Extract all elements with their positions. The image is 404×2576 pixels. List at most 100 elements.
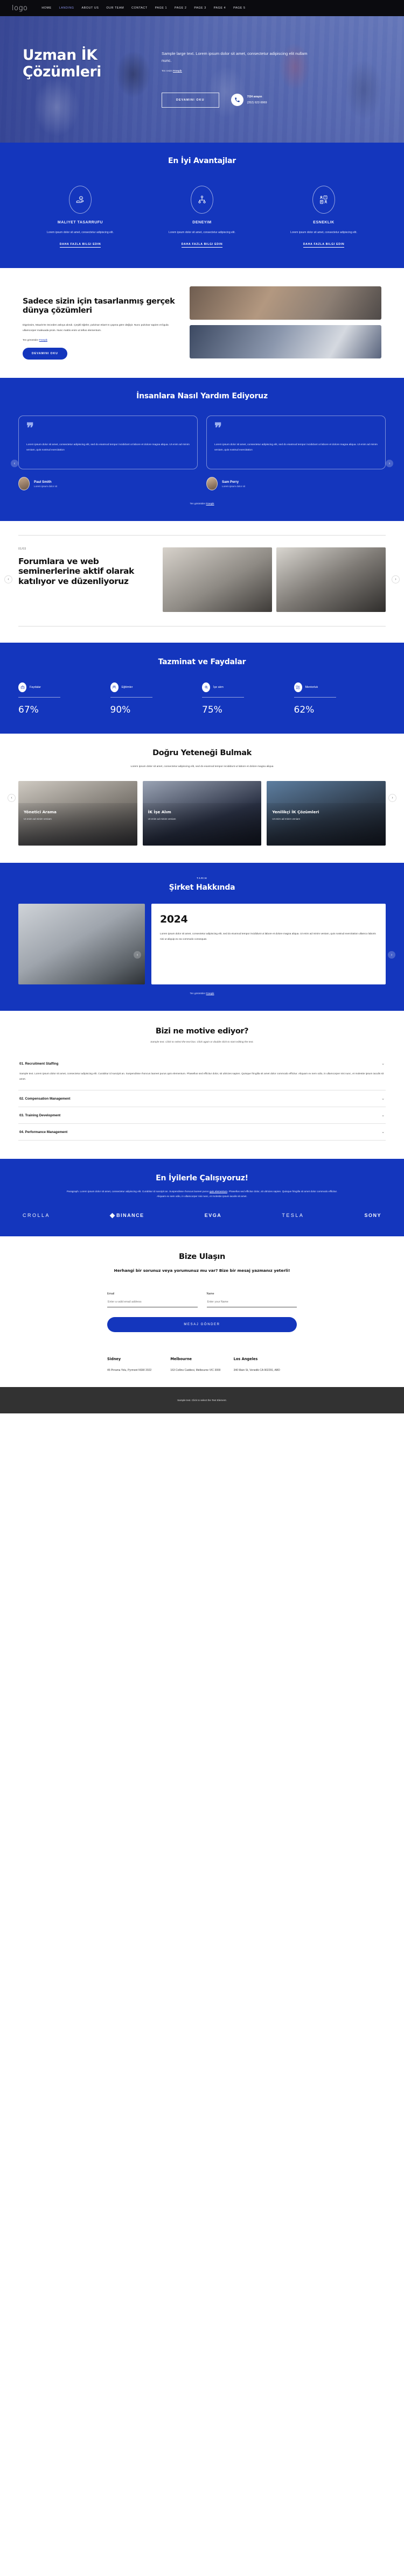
chevron-down-icon[interactable]: ⌄ [381,1096,385,1101]
forum-slide-counter: 01/03 [18,547,26,551]
contact-subtitle: Herhangi bir sorunuz veya yorumunuz mu v… [114,1268,290,1273]
talent-cards: Yönetici Arama Ut enim ad minim veniam İ… [0,781,404,846]
partner-logo-binance-label: BINANCE [116,1213,144,1219]
partner-logo-binance: BINANCE [109,1213,144,1219]
motivation-accordion-section: Bizi ne motive ediyor? Sample text. Clic… [0,1011,404,1159]
binance-diamond-icon [109,1213,115,1219]
phone-label: 7/24 arayın [247,95,262,99]
accordion-list: 01. Recruitment Staffing ⌄ Sample text. … [18,1055,386,1141]
svg-text:?: ? [325,196,326,199]
chevron-right-icon[interactable]: › [388,951,395,959]
chevron-right-icon[interactable]: › [392,575,400,584]
stat-value: 67% [18,705,39,716]
talent-card-subtitle: Ut enim ad minim veniam [24,817,52,820]
advantage-learn-more-link[interactable]: DAHA FAZLA BILGI EDIN [59,243,101,248]
partners-subtitle-link[interactable]: quis elementum [210,1190,227,1193]
name-field-group: Name [206,1292,297,1307]
testimonials-credit-prefix: Ten görüntüler [190,502,206,505]
search-person-icon [202,682,210,692]
chevron-down-icon[interactable]: ⌄ [381,1113,385,1117]
mentor-icon [294,682,302,692]
chevron-left-icon[interactable]: ‹ [134,951,141,959]
talent-card[interactable]: İK İşe Alım Ut enim ad minim veniam [142,781,262,846]
nav-item-page-1[interactable]: PAGE 1 [155,6,167,10]
solutions-credit-prefix: Ten görüntüler [23,339,39,342]
advantage-learn-more-link[interactable]: DAHA FAZLA BILGI EDIN [303,243,345,248]
author-role: Lorem ipsum dolor sit [222,485,246,488]
nav-item-our-team[interactable]: OUR TEAM [106,6,124,10]
office-city: Los Angeles [233,1356,258,1361]
talent-card[interactable]: Yenilikçi İK Çözümleri Ut enim ad minim … [267,781,386,846]
about-image-credit: Ten görüntüler Freepik [0,992,404,995]
accordion-header[interactable]: 02. Compensation Management ⌄ [18,1090,386,1107]
contact-title: Bize Ulaşın [179,1252,225,1262]
name-input[interactable] [206,1296,297,1307]
partner-logos: CROLLA BINANCE EVGA TESLA SONY [18,1213,386,1218]
nav-item-landing[interactable]: LANDING [59,6,74,10]
accordion-header[interactable]: 01. Recruitment Staffing ⌄ [18,1055,386,1072]
accordion-item-title: 04. Performance Management [19,1130,68,1134]
office-address: 163 Collins Caddesi, Melbourne VIC 3000 [170,1368,221,1372]
hand-coin-icon: $ [69,186,92,214]
stat-label: Eğitimler [121,685,133,689]
testimonials-image-credit: Ten görüntüler Freepik [0,502,404,505]
testimonials-heading: İnsanlara Nasıl Yardım Ediyoruz [136,392,268,401]
hero-phone-block[interactable]: 7/24 arayın (352) 622-9969 [231,94,267,107]
advantage-learn-more-link[interactable]: DAHA FAZLA BILGI EDIN [181,243,223,248]
about-credit-link[interactable]: Freepik [206,992,214,995]
chevron-down-icon[interactable]: ⌄ [381,1061,385,1066]
stat-divider [294,696,336,698]
nav-item-page-2[interactable]: PAGE 2 [175,6,186,10]
nav-item-about-us[interactable]: ABOUT US [82,6,99,10]
stat-divider [202,696,244,698]
partner-logo-tesla: TESLA [282,1213,304,1219]
about-heading: Şirket Hakkında [169,883,235,892]
accordion-header[interactable]: 04. Performance Management ⌄ [18,1124,386,1140]
site-logo[interactable]: logo [12,4,27,12]
stat-item: Faydalar 67% [18,682,110,715]
testimonial-authors: Paul Smith Lorem ipsum dolor sit Sam Per… [0,477,404,491]
forum-title: Forumlara ve web seminerlerine aktif ola… [18,557,134,586]
send-message-button[interactable]: MESAJ GÖNDER [107,1317,297,1332]
nav-item-page-3[interactable]: PAGE 3 [194,6,206,10]
nav-item-page-5[interactable]: PAGE 5 [233,6,245,10]
talent-card[interactable]: Yönetici Arama Ut enim ad minim veniam [18,781,137,846]
talent-subtitle: Lorem ipsum dolor sit amet, consectetur … [130,765,274,768]
stat-value: 62% [294,705,315,716]
quote-icon: ❞ [26,420,34,437]
quote-icon: ❞ [214,420,222,437]
advantage-title: MALIYET TASARRUFU [57,221,103,224]
testimonial-author: Sam Perry Lorem ipsum dolor sit [206,477,386,491]
email-input[interactable] [107,1296,198,1307]
phone-icon [231,94,243,107]
advantage-description: Lorem ipsum dolor sit amet, consectetur … [290,231,357,234]
office-city: Sidney [107,1356,121,1361]
group-icon [110,682,119,692]
nav-item-contact[interactable]: CONTACT [131,6,148,10]
solutions-photo-top [190,286,381,320]
phone-number[interactable]: (352) 622-9969 [247,100,267,105]
office-address: 45 Pirrama Yolu, Pyrmont NSW 2022 [107,1368,152,1372]
advantage-title: DENEYIM [192,221,212,224]
testimonials-section: İnsanlara Nasıl Yardım Ediyoruz ‹ › ❞ Lo… [0,378,404,522]
divider [18,626,386,627]
partners-subtitle: Paragraph. Lorem ipsum dolor sit amet, c… [62,1189,342,1199]
advantage-description: Lorem ipsum dolor sit amet, consectetur … [168,231,235,234]
stat-label: İşe alım [213,685,224,689]
hero-credit-link[interactable]: Freepik [173,69,182,73]
solutions-read-more-button[interactable]: DEVAMINI OKU [23,348,67,360]
nav-links: HOME LANDING ABOUT US OUR TEAM CONTACT P… [41,6,245,10]
chevron-left-icon[interactable]: ‹ [4,575,12,584]
accordion-header[interactable]: 03. Training Development ⌄ [18,1107,386,1123]
page-footer: Sample text. Click to select the Text El… [0,1386,404,1413]
email-label: Email [107,1292,115,1296]
solutions-credit-link[interactable]: Freepik [39,339,47,341]
testimonials-credit-link[interactable]: Freepik [206,502,214,505]
testimonial-text: Lorem ipsum dolor sit amet, consectetur … [26,444,190,452]
stat-value: 90% [110,705,131,716]
solutions-heading: Sadece sizin için tasarlanmış gerçek dün… [23,297,175,315]
nav-item-home[interactable]: HOME [41,6,51,10]
hero-read-more-button[interactable]: DEVAMINI OKU [162,92,219,108]
chevron-down-icon[interactable]: ⌄ [381,1130,385,1134]
nav-item-page-4[interactable]: PAGE 4 [214,6,226,10]
